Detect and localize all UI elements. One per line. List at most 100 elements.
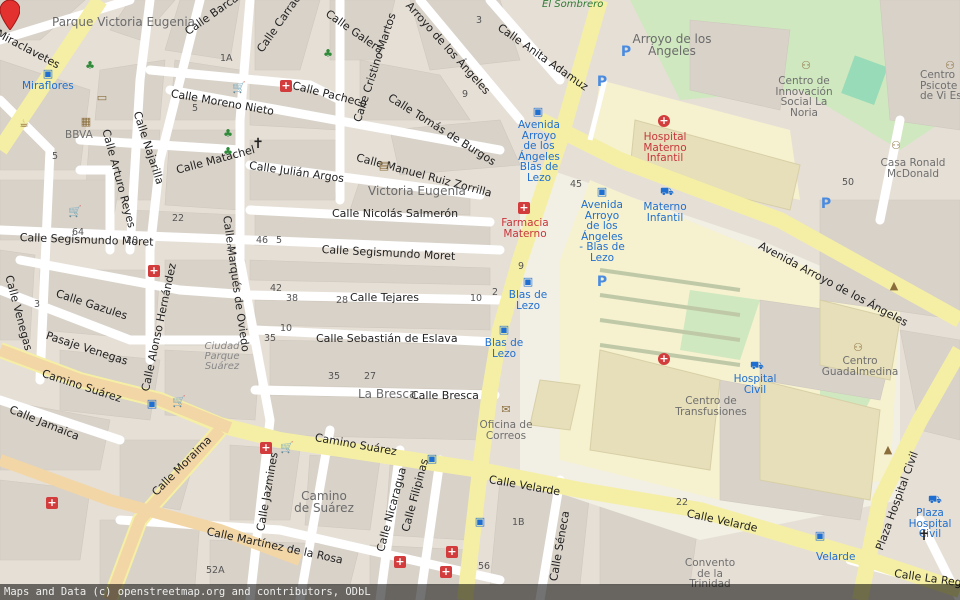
bus-stop-icon[interactable]: ▣ (596, 186, 608, 198)
house-number: 64 (72, 227, 85, 238)
poi-blas-de-lezo-2[interactable]: Blas de Lezo (484, 338, 524, 359)
parking-icon[interactable]: P (596, 75, 608, 89)
poi-oficina-de-correos[interactable]: Oficina de Correos (474, 420, 538, 441)
place-arroyo-de-los-angeles: Arroyo de los Ángeles (632, 32, 712, 58)
church-icon[interactable]: ✝ (918, 529, 930, 543)
bank-icon[interactable]: ▦ (80, 116, 92, 128)
poi-plaza-hospital-civil[interactable]: Plaza Hospital Civil (900, 508, 960, 540)
house-number: 1B (512, 517, 525, 528)
house-number: 52A (206, 565, 225, 576)
pharmacy-icon[interactable]: + (46, 497, 58, 509)
house-number: 5 (276, 235, 283, 246)
bus-stop-icon[interactable]: ▣ (474, 516, 486, 528)
place-la-bresca: La Bresca (358, 387, 417, 401)
house-number: 27 (364, 371, 377, 382)
poi-centro-psicote[interactable]: Centro Psicote de Vi Es (920, 70, 960, 102)
house-number: 50 (842, 177, 855, 188)
bus-stop-icon[interactable]: ▣ (532, 106, 544, 118)
poi-hospital-materno-infantil[interactable]: Hospital Materno Infantil (640, 132, 690, 164)
poi-el-sombrero[interactable]: El Sombrero (542, 0, 603, 10)
place-camino-de-suarez: Camino de Suárez (294, 489, 354, 515)
pharmacy-icon[interactable]: + (260, 442, 272, 454)
fire-station-icon[interactable]: ▲ (888, 280, 900, 292)
house-number: 20 (126, 235, 139, 246)
community-centre-icon[interactable]: ⚇ (944, 60, 956, 72)
place-parque-victoria-eugenia: Parque Victoria Eugenia (52, 15, 196, 29)
parking-icon[interactable]: P (620, 45, 632, 59)
playground-icon[interactable]: ♣ (84, 60, 96, 72)
street-label-calle-tejares: Calle Tejares (350, 291, 419, 304)
poi-farmacia-materno[interactable]: Farmacia Materno (500, 218, 550, 239)
map-canvas[interactable]: Miraclavetes Calle Barca Calle Carraca C… (0, 0, 960, 600)
poi-bus-avenida-arroyo-blas-de-lezo[interactable]: Avenida Arroyo de los Ángeles Blas de Le… (516, 120, 562, 183)
playground-icon[interactable]: ♣ (222, 146, 234, 158)
shop-icon[interactable]: 🛒 (232, 82, 246, 94)
shop-icon[interactable]: 🛒 (68, 206, 82, 218)
fire-station-icon[interactable]: ▲ (882, 444, 894, 456)
house-number: 42 (270, 283, 283, 294)
taxi-icon[interactable]: ⛟ (928, 494, 942, 506)
house-number: 10 (280, 323, 293, 334)
bus-stop-icon[interactable]: ▣ (426, 453, 438, 465)
house-number: 35 (328, 371, 341, 382)
poi-hospital-civil[interactable]: Hospital Civil (730, 374, 780, 395)
place-victoria-eugenia: Victoria Eugenia (368, 184, 466, 198)
poi-velarde-bus[interactable]: Velarde (816, 552, 855, 563)
poi-centro-innovacion[interactable]: Centro de Innovación Social La Noria (766, 76, 842, 118)
pharmacy-icon[interactable]: + (394, 556, 406, 568)
bus-stop-icon[interactable]: ▣ (146, 398, 158, 410)
house-number: 5 (52, 151, 59, 162)
shop-icon[interactable]: 🛒 (172, 396, 186, 408)
poi-bbva[interactable]: BBVA (65, 130, 93, 141)
poi-materno-infantil-bus[interactable]: Materno Infantil (640, 202, 690, 223)
house-number: 5 (192, 103, 199, 114)
atm-icon[interactable]: ▭ (96, 92, 108, 104)
map-attribution: Maps and Data (c) openstreetmap.org and … (0, 584, 960, 600)
house-number: 56 (478, 561, 491, 572)
community-centre-icon[interactable]: ⚇ (890, 140, 902, 152)
pharmacy-icon[interactable]: + (446, 546, 458, 558)
pharmacy-icon[interactable]: + (518, 202, 530, 214)
community-centre-icon[interactable]: ⚇ (800, 60, 812, 72)
street-label-calle-sebastian-de-eslava: Calle Sebastián de Eslava (316, 332, 458, 345)
bus-stop-icon[interactable]: ▣ (42, 68, 54, 80)
poi-blas-de-lezo-1[interactable]: Blas de Lezo (508, 290, 548, 311)
hospital-icon[interactable]: + (658, 353, 670, 365)
house-number: 2 (492, 287, 499, 298)
pharmacy-icon[interactable]: + (148, 265, 160, 277)
poi-centro-de-transfusiones[interactable]: Centro de Transfusiones (664, 396, 758, 417)
shop-icon[interactable]: 🛒 (280, 442, 294, 454)
poi-casa-ronald-mcdonald[interactable]: Casa Ronald McDonald (878, 158, 948, 179)
house-number: 45 (570, 179, 583, 190)
community-centre-icon[interactable]: ⚇ (852, 342, 864, 354)
bus-stop-icon[interactable]: ▣ (814, 530, 826, 542)
playground-icon[interactable]: ♣ (322, 48, 334, 60)
post-office-icon[interactable]: ✉ (500, 404, 512, 416)
taxi-icon[interactable]: ⛟ (750, 360, 764, 372)
poi-miraflores[interactable]: Miraflores (22, 81, 74, 92)
house-number: 46 (256, 235, 269, 246)
house-number: 22 (172, 213, 185, 224)
parking-icon[interactable]: P (820, 197, 832, 211)
poi-centro-guadalmedina[interactable]: Centro Guadalmedina (820, 356, 900, 377)
bus-stop-icon[interactable]: ▣ (522, 276, 534, 288)
pharmacy-icon[interactable]: + (280, 80, 292, 92)
bus-stop-icon[interactable]: ▣ (498, 324, 510, 336)
hospital-icon[interactable]: + (658, 115, 670, 127)
library-icon[interactable]: ▤ (378, 160, 390, 172)
house-number: 38 (286, 293, 299, 304)
cafe-icon[interactable]: ☕ (18, 118, 30, 130)
street-label-calle-nicolas-salmeron: Calle Nicolás Salmerón (332, 207, 459, 220)
parking-icon[interactable]: P (596, 275, 608, 289)
location-pin-icon[interactable] (0, 0, 20, 30)
taxi-icon[interactable]: ⛟ (660, 186, 674, 198)
house-number: 10 (470, 293, 483, 304)
playground-icon[interactable]: ♣ (222, 128, 234, 140)
place-ciudad-parque-suarez: Ciudad Parque Suárez (204, 341, 240, 372)
poi-bus-avenida-arroyo-blas-de-lezo-2[interactable]: Avenida Arroyo de los Ángeles - Blas de … (578, 200, 626, 263)
street-label-calle-bresca: Calle Bresca (411, 389, 479, 402)
church-icon[interactable]: ✝ (252, 137, 264, 151)
house-number: 28 (336, 295, 349, 306)
house-number: 22 (676, 497, 689, 508)
pharmacy-icon[interactable]: + (440, 566, 452, 578)
